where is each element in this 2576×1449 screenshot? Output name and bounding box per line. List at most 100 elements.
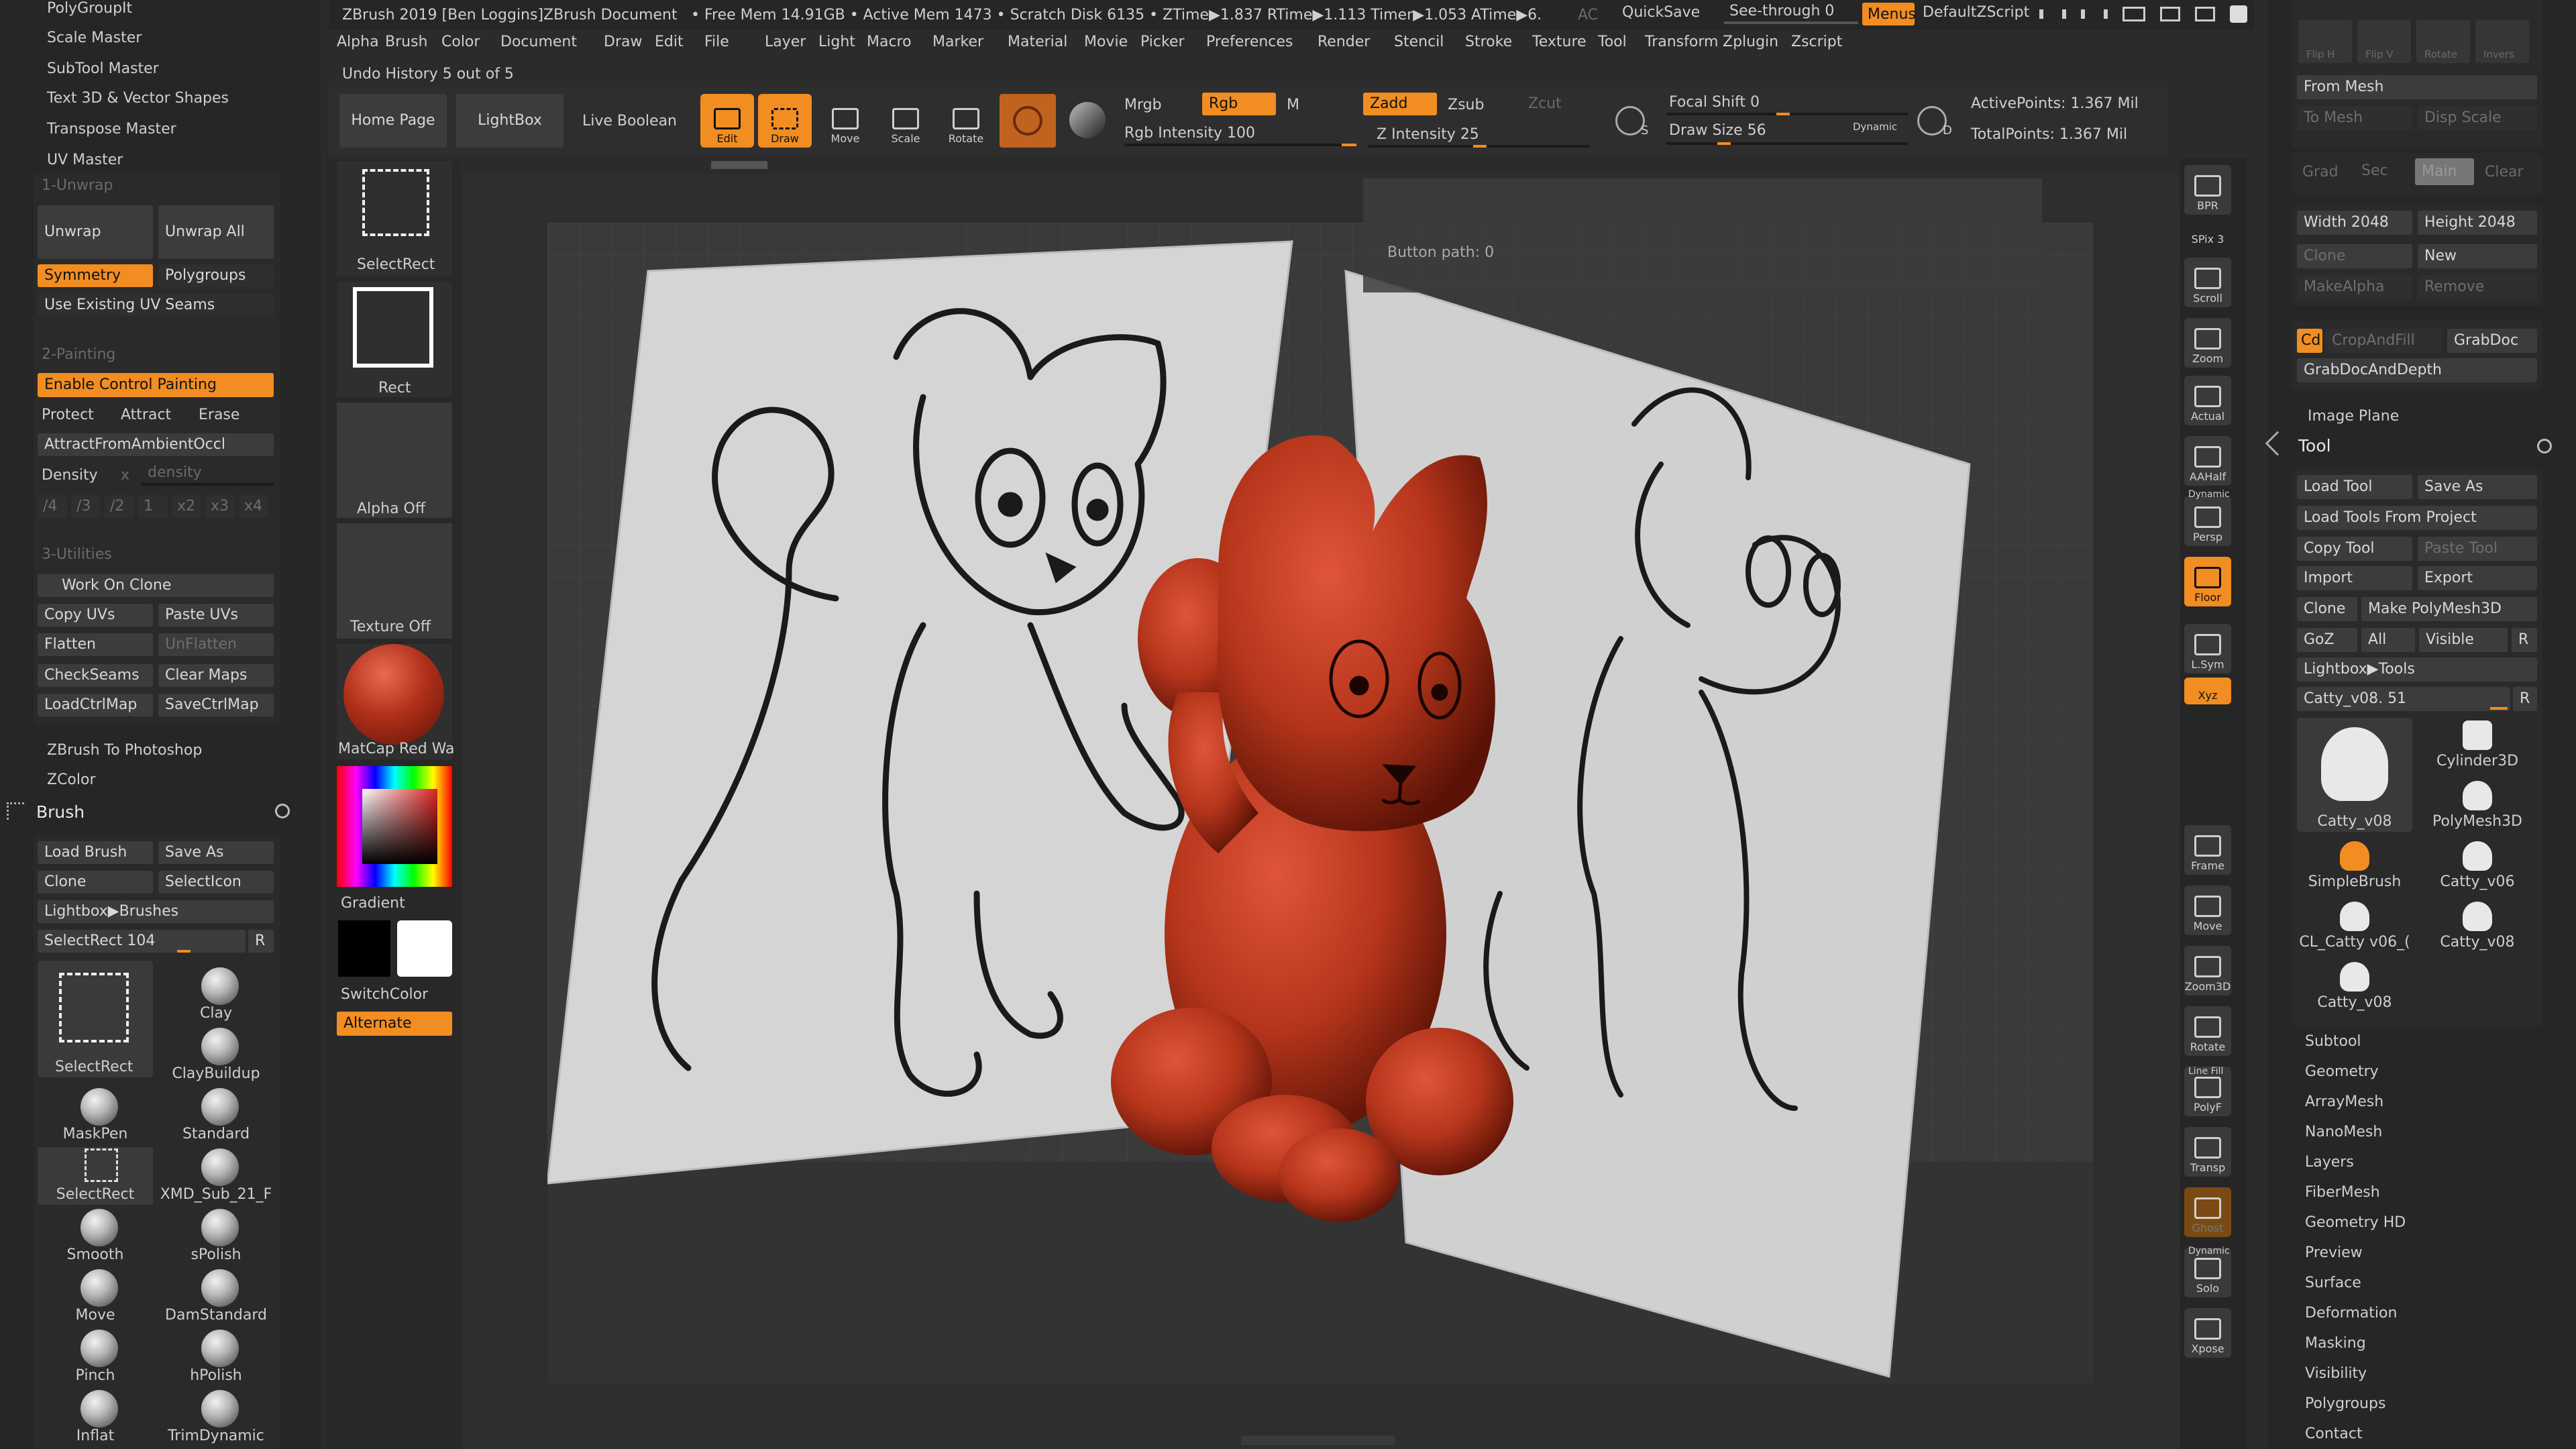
subpalette-subtool[interactable]: Subtool (2305, 1034, 2361, 1049)
shelf-select-rect[interactable]: SelectRect (337, 161, 452, 276)
tool-save-as-button[interactable]: Save As (2418, 475, 2537, 499)
plugin-item-uv-master[interactable]: UV Master (47, 153, 123, 168)
edit-mode-button[interactable]: Edit (700, 94, 754, 148)
shelf-tool-zoom3d[interactable]: Zoom3D (2184, 946, 2231, 996)
attract-button[interactable]: Attract (121, 408, 171, 423)
disp-scale-slider[interactable]: Disp Scale (2418, 106, 2537, 130)
tool-tile-simplebrush[interactable]: SimpleBrush (2297, 839, 2412, 892)
menu-color[interactable]: Color (441, 35, 480, 50)
shelf-tool-floor[interactable]: Floor (2184, 557, 2231, 606)
layout-icon[interactable] (2123, 7, 2145, 21)
menu-layer[interactable]: Layer (765, 35, 806, 50)
shelf-tool-l-sym[interactable]: L.Sym (2184, 624, 2231, 674)
remove-button[interactable]: Remove (2418, 275, 2537, 299)
subpalette-deformation[interactable]: Deformation (2305, 1306, 2397, 1321)
lightbox-button[interactable]: LightBox (456, 94, 564, 148)
brush-save-as-button[interactable]: Save As (158, 841, 274, 864)
load-ctrl-map-button[interactable]: LoadCtrlMap (38, 694, 153, 716)
shelf-texture[interactable]: Texture Off (337, 523, 452, 639)
density-track[interactable] (141, 483, 274, 486)
next-icon[interactable] (2081, 9, 2108, 19)
density-option[interactable]: x4 (239, 495, 268, 518)
goz-all-button[interactable]: All (2361, 628, 2415, 652)
tool-tile-catty-v08[interactable]: Catty_v08 (2297, 959, 2412, 1013)
tool-tile-cylinder3d[interactable]: Cylinder3D (2418, 718, 2537, 771)
tool-tile-cl-catty-v06-[interactable]: CL_Catty v06_( (2297, 899, 2412, 953)
subpalette-masking[interactable]: Masking (2305, 1336, 2366, 1351)
dynamic-toggle[interactable]: Dynamic (1853, 122, 1897, 132)
subpalette-preview[interactable]: Preview (2305, 1246, 2363, 1260)
restore-icon[interactable] (2160, 7, 2180, 21)
select-rect-reset[interactable]: R (248, 930, 274, 953)
density-slider[interactable]: density (148, 466, 202, 480)
current-tool-r-button[interactable]: R (2513, 687, 2537, 711)
zbrush-to-photoshop[interactable]: ZBrush To Photoshop (47, 743, 202, 758)
alternate-button[interactable]: Alternate (337, 1012, 452, 1036)
goz-r-button[interactable]: R (2512, 628, 2537, 652)
unflatten-button[interactable]: UnFlatten (158, 633, 274, 656)
undo-history[interactable]: Undo History 5 out of 5 (342, 67, 514, 82)
flatten-button[interactable]: Flatten (38, 633, 153, 656)
dock-icon[interactable] (2195, 7, 2215, 21)
gradient-label[interactable]: Gradient (341, 896, 405, 911)
subpalette-polygroups[interactable]: Polygroups (2305, 1397, 2385, 1411)
menu-marker[interactable]: Marker (932, 35, 983, 50)
density-option[interactable]: 1 (138, 495, 168, 518)
use-existing-uv-seams[interactable]: Use Existing UV Seams (38, 294, 274, 317)
plugin-item-transpose-master[interactable]: Transpose Master (47, 122, 176, 137)
rgb-toggle[interactable]: Rgb (1202, 93, 1276, 115)
work-on-clone[interactable]: Work On Clone (38, 574, 274, 597)
image-plane-item[interactable]: Image Plane (2308, 409, 2399, 424)
bottom-tray-handle[interactable] (1241, 1436, 1395, 1445)
zadd-toggle[interactable]: Zadd (1363, 93, 1437, 115)
brush-tile-smooth[interactable]: Smooth (38, 1208, 153, 1265)
subpalette-surface[interactable]: Surface (2305, 1276, 2361, 1291)
brush-current-tile[interactable]: SelectRect (38, 961, 153, 1077)
quicksave-button[interactable]: QuickSave (1622, 5, 1700, 20)
secondary-color-swatch[interactable] (397, 920, 452, 977)
subpalette-layers[interactable]: Layers (2305, 1155, 2354, 1170)
load-tool-button[interactable]: Load Tool (2297, 475, 2412, 499)
live-boolean-toggle[interactable]: Live Boolean (582, 114, 677, 129)
plugin-item-text-3d-vector-shapes[interactable]: Text 3D & Vector Shapes (47, 91, 229, 106)
brush-tile-trimdynamic[interactable]: TrimDynamic (158, 1389, 274, 1446)
draw-size-track[interactable] (1666, 142, 1908, 145)
zcolor-item[interactable]: ZColor (47, 773, 96, 788)
make-alpha-button[interactable]: MakeAlpha (2297, 275, 2412, 299)
menu-macro[interactable]: Macro (867, 35, 912, 50)
shelf-tool-xpose[interactable]: Xpose (2184, 1308, 2231, 1358)
tool-tile-catty-v08[interactable]: Catty_v08 (2418, 899, 2537, 953)
switch-color-button[interactable]: SwitchColor (341, 987, 428, 1002)
brush-reset-icon[interactable] (275, 804, 290, 818)
polygroups-toggle[interactable]: Polygroups (158, 264, 274, 287)
to-mesh-button[interactable]: To Mesh (2297, 106, 2412, 130)
menu-material[interactable]: Material (1008, 35, 1067, 50)
draw-size-slider[interactable]: Draw Size 56 (1669, 123, 1766, 138)
rgb-intensity-track[interactable] (1124, 144, 1356, 146)
brush-tile-xmd-sub-21-f[interactable]: XMD_Sub_21_F (158, 1147, 274, 1205)
menu-picker[interactable]: Picker (1140, 35, 1185, 50)
tool-tile-polymesh3d[interactable]: PolyMesh3D (2418, 778, 2537, 832)
density-x[interactable]: x (121, 468, 129, 483)
shelf-tool-aahalf[interactable]: AAHalf (2184, 436, 2231, 486)
menu-document[interactable]: Document (500, 35, 577, 50)
subpalette-contact[interactable]: Contact (2305, 1427, 2363, 1442)
menu-light[interactable]: Light (818, 35, 855, 50)
load-brush-button[interactable]: Load Brush (38, 841, 153, 864)
brush-drag-icon[interactable] (7, 802, 24, 820)
z-intensity-slider[interactable]: Z Intensity 25 (1377, 127, 1479, 142)
checkseams-button[interactable]: CheckSeams (38, 664, 153, 687)
density-option[interactable]: /4 (38, 495, 67, 518)
flip-h-button[interactable]: Flip H (2298, 20, 2352, 63)
density-option[interactable]: /3 (71, 495, 101, 518)
see-through-track[interactable] (1724, 21, 1858, 24)
load-tools-project-button[interactable]: Load Tools From Project (2297, 506, 2537, 530)
select-icon-button[interactable]: SelectIcon (158, 871, 274, 894)
tool-tile-catty-v06[interactable]: Catty_v06 (2418, 839, 2537, 892)
gradient-sphere-icon[interactable] (1069, 102, 1106, 138)
brush-tile-pinch[interactable]: Pinch (38, 1328, 153, 1386)
prev-icon[interactable] (2039, 9, 2066, 19)
brush-tile-maskpen[interactable]: MaskPen (38, 1087, 153, 1144)
shelf-tool-zoom[interactable]: Zoom (2184, 318, 2231, 368)
plugin-item-polygroupit[interactable]: PolyGroupIt (47, 1, 132, 16)
